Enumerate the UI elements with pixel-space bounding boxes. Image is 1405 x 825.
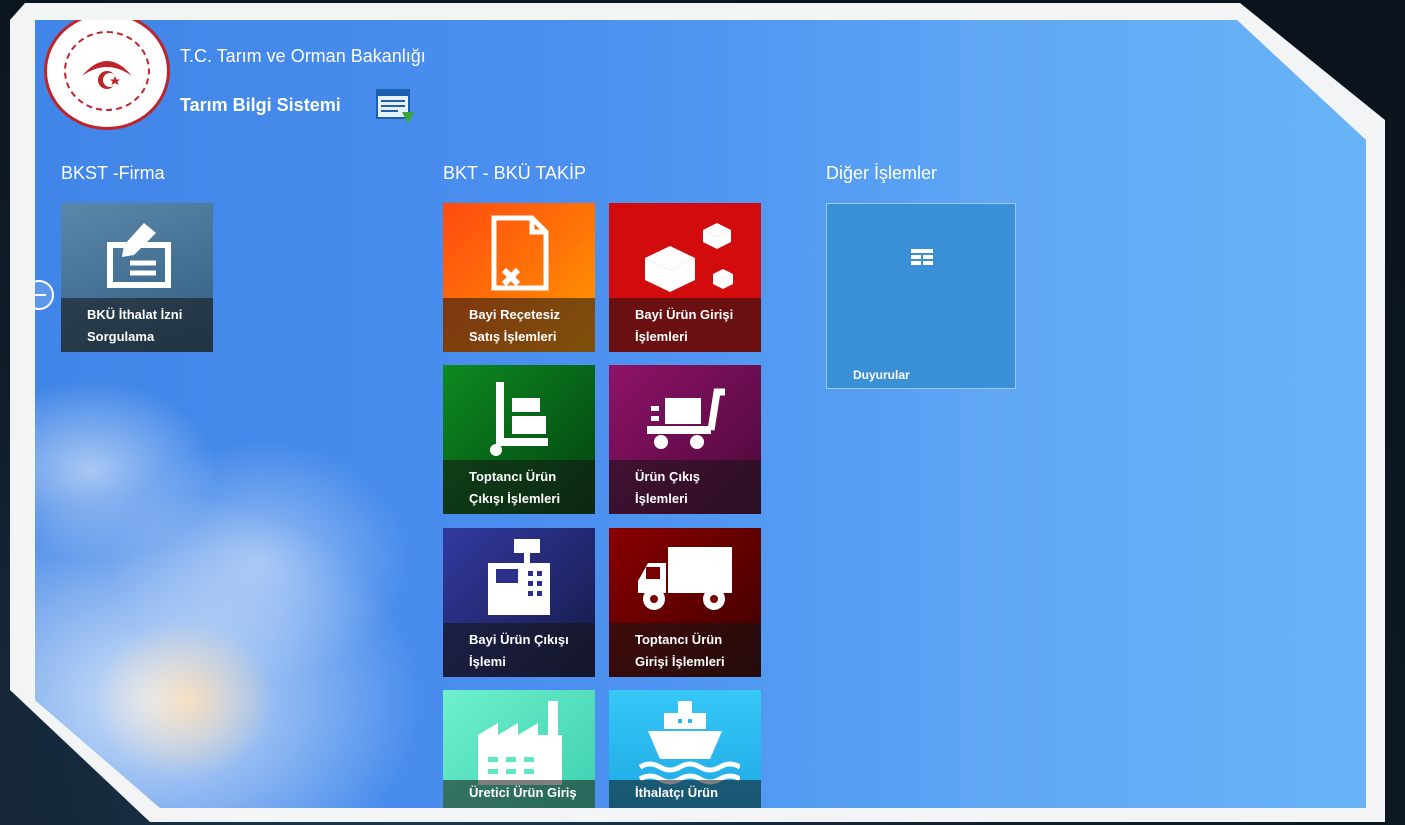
edit-document-icon: [61, 203, 213, 303]
section-title-bkt-bku-takip: BKT - BKÜ TAKİP: [443, 163, 587, 183]
hand-truck-icon: [443, 365, 595, 465]
tile-label: İthalatçı Ürün: [609, 780, 761, 808]
system-list-icon[interactable]: [376, 88, 416, 126]
ship-icon: [609, 690, 761, 790]
list-icon: [827, 204, 1015, 314]
cash-register-icon: [443, 528, 595, 628]
tile-toptanci-urun-girisi[interactable]: Toptancı Ürün Girişi İşlemleri: [609, 528, 761, 677]
tile-label: Toptancı Ürün Girişi İşlemleri: [609, 623, 761, 677]
cancel-document-icon: [443, 203, 595, 303]
crescent-star-icon: [82, 61, 132, 89]
tile-label: Bayi Ürün Girişi İşlemleri: [609, 298, 761, 352]
tile-label: Duyurular: [853, 368, 910, 382]
tile-label: BKÜ İthalat İzni Sorgulama: [61, 298, 213, 352]
tile-label: Ürün Çıkış İşlemleri: [609, 460, 761, 514]
tile-bayi-urun-girisi[interactable]: Bayi Ürün Girişi İşlemleri: [609, 203, 761, 352]
tile-bayi-urun-cikisi[interactable]: Bayi Ürün Çıkışı İşlemi: [443, 528, 595, 677]
truck-icon: [609, 528, 761, 628]
tile-toptanci-urun-cikisi[interactable]: Toptancı Ürün Çıkışı İşlemleri: [443, 365, 595, 514]
tile-urun-cikis[interactable]: Ürün Çıkış İşlemleri: [609, 365, 761, 514]
desktop-screen: T.C. Tarım ve Orman Bakanlığı Tarım Bilg…: [35, 20, 1366, 808]
dolly-cart-icon: [609, 365, 761, 465]
ministry-name: T.C. Tarım ve Orman Bakanlığı: [180, 46, 426, 66]
tile-label: Bayi Reçetesiz Satış İşlemleri: [443, 298, 595, 352]
system-title: Tarım Bilgi Sistemi: [180, 95, 341, 115]
tile-bayi-recetesiz-satis[interactable]: Bayi Reçetesiz Satış İşlemleri: [443, 203, 595, 352]
ministry-logo: [44, 20, 170, 130]
tile-uretici-urun-giris[interactable]: Üretici Ürün Giriş: [443, 690, 595, 808]
background-band: [960, 20, 1366, 808]
tile-label: Toptancı Ürün Çıkışı İşlemleri: [443, 460, 595, 514]
tile-bku-ithalat-izni-sorgulama[interactable]: BKÜ İthalat İzni Sorgulama: [61, 203, 213, 352]
tile-label: Bayi Ürün Çıkışı İşlemi: [443, 623, 595, 677]
logo-seal: [64, 31, 150, 111]
section-title-bkst-firma: BKST -Firma: [61, 163, 165, 183]
section-title-diger-islemler: Diğer İşlemler: [826, 163, 938, 183]
tile-label: Üretici Ürün Giriş: [443, 780, 595, 808]
tile-ithalatci-urun[interactable]: İthalatçı Ürün: [609, 690, 761, 808]
boxes-icon: [609, 203, 761, 303]
factory-icon: [443, 690, 595, 790]
tile-duyurular[interactable]: Duyurular: [826, 203, 1016, 389]
